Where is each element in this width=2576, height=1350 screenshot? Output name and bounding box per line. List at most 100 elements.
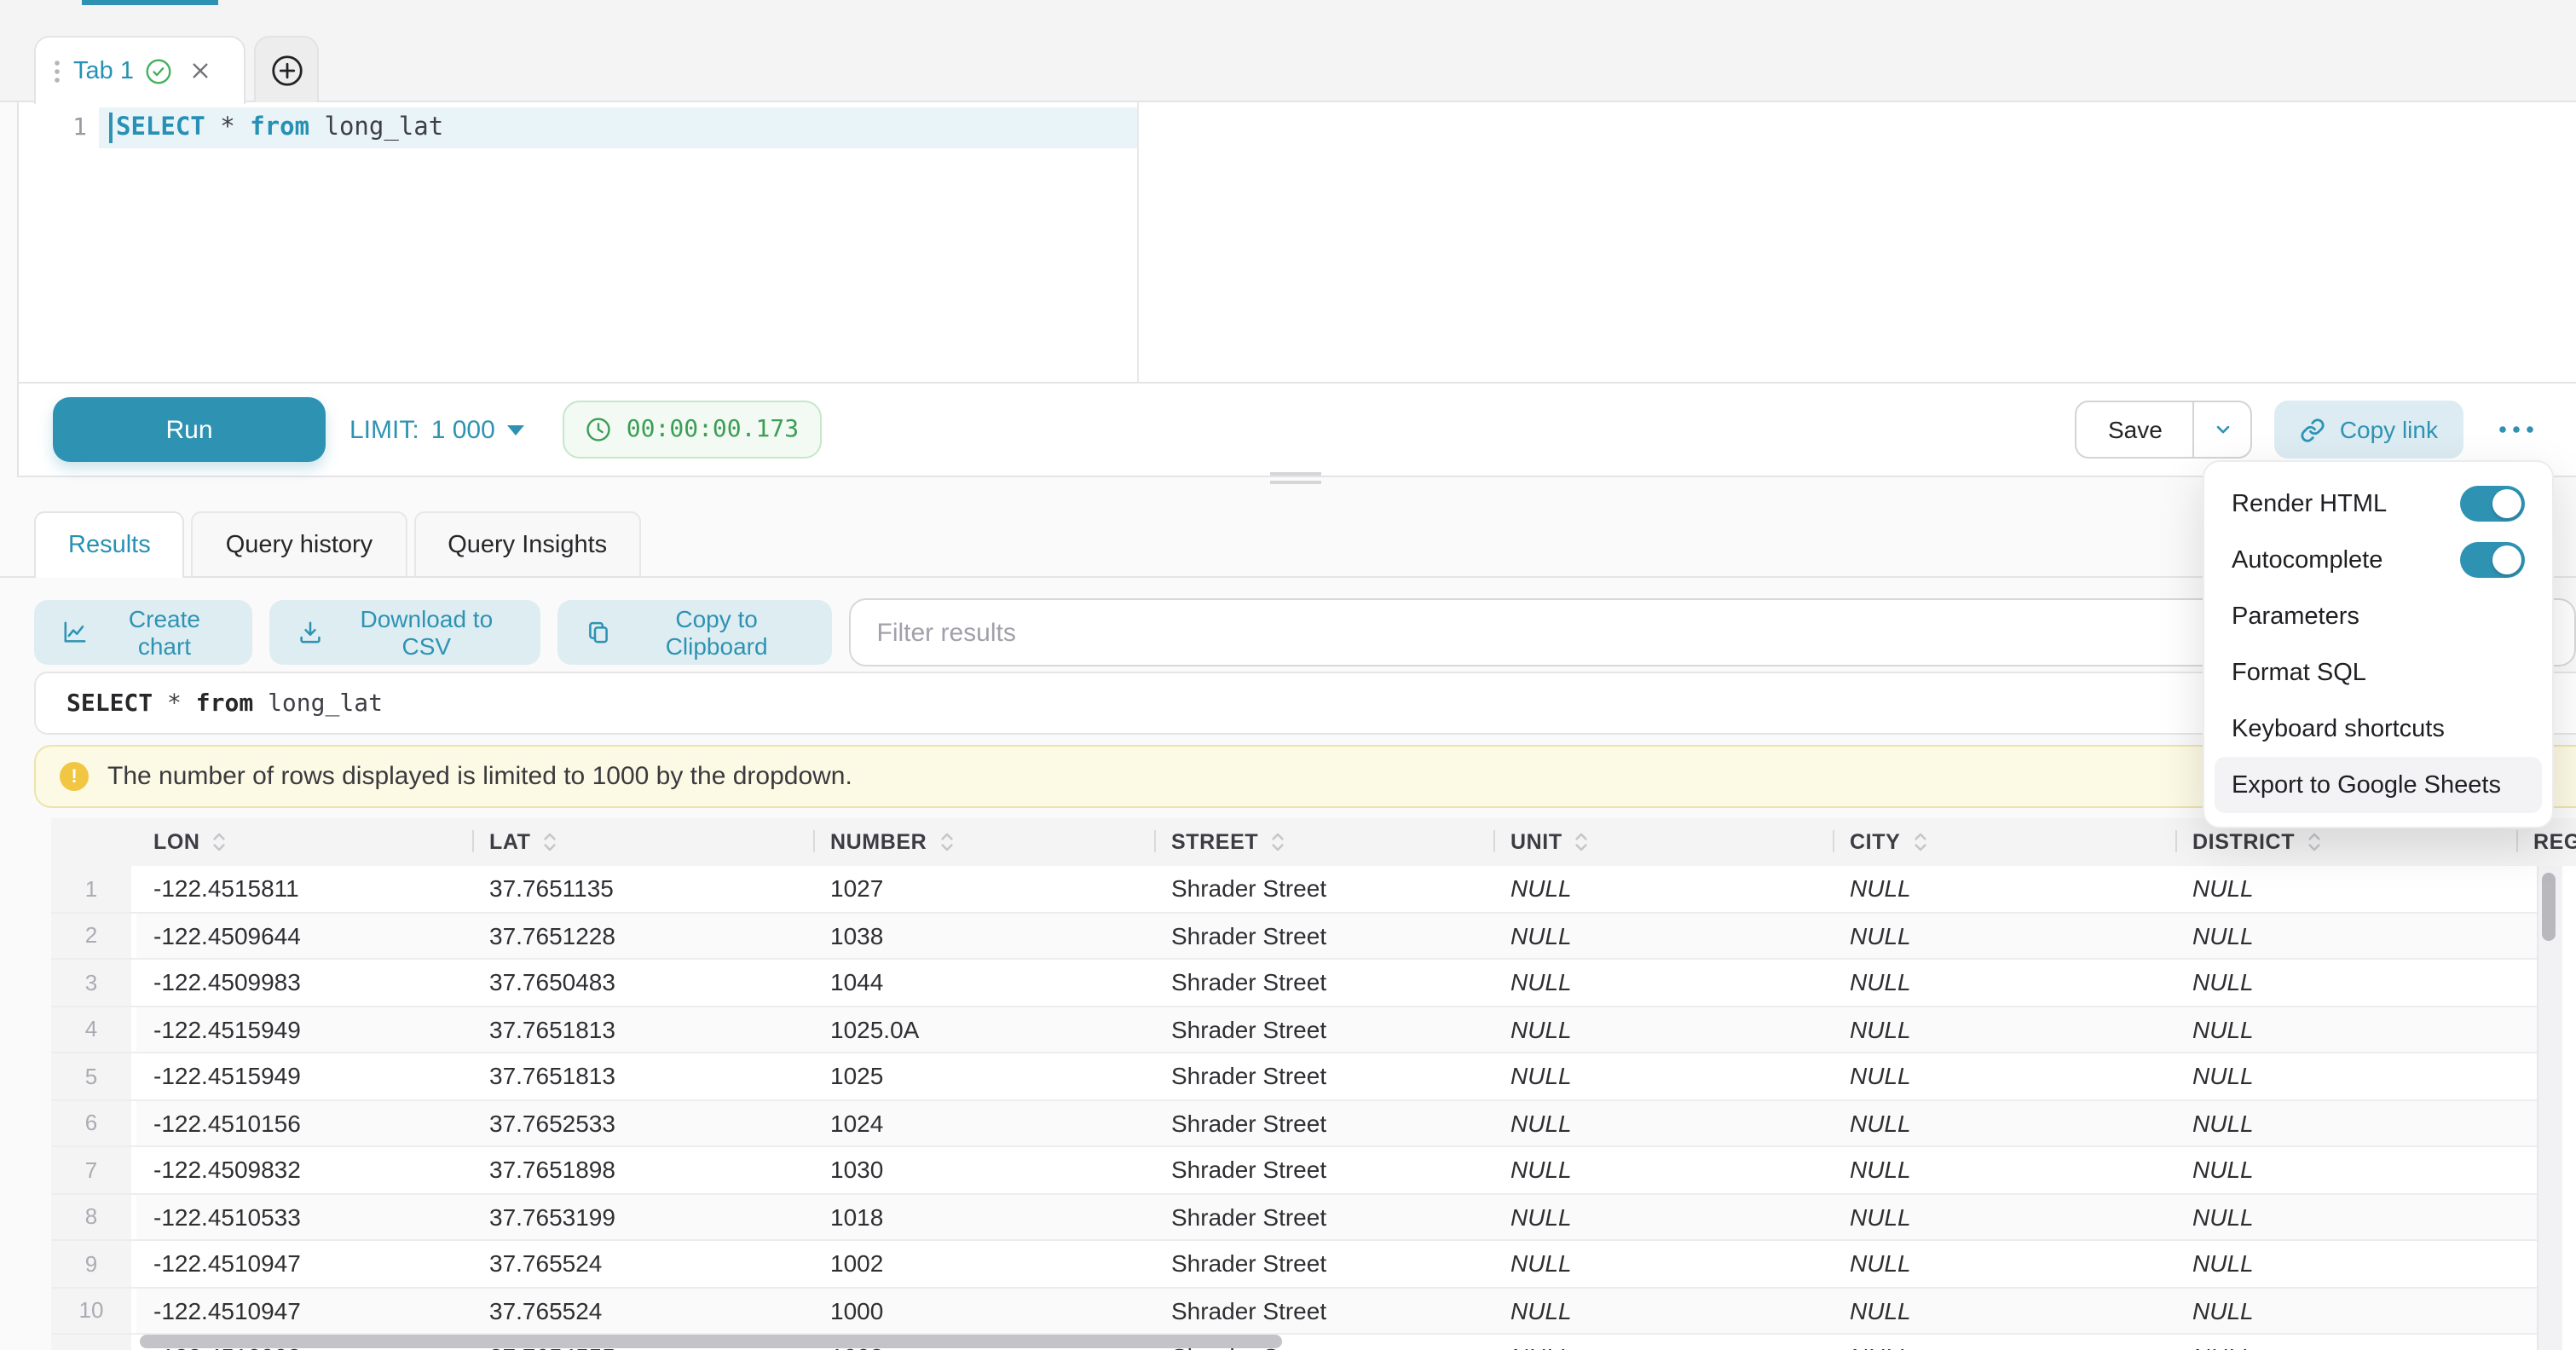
cell[interactable] — [2516, 1288, 2537, 1333]
table-row[interactable]: 9-122.451094737.7655241002Shrader Street… — [51, 1241, 2537, 1288]
cell[interactable]: 1025 — [813, 1053, 1154, 1099]
cell[interactable]: -122.4509832 — [136, 1147, 472, 1192]
sort-icon[interactable] — [543, 830, 558, 854]
cell[interactable]: NULL — [1493, 1241, 1833, 1286]
cell[interactable]: 1000 — [813, 1288, 1154, 1333]
cell[interactable]: 37.7652533 — [472, 1100, 813, 1145]
cell[interactable]: -122.4510533 — [136, 1194, 472, 1239]
cell[interactable]: NULL — [2175, 1007, 2516, 1052]
cell[interactable]: NULL — [1493, 1335, 1833, 1350]
column-header-number[interactable]: NUMBER — [813, 818, 1154, 866]
column-header-lat[interactable]: LAT — [472, 818, 813, 866]
menu-item-parameters[interactable]: Parameters — [2215, 588, 2542, 644]
cell[interactable]: 1025.0A — [813, 1007, 1154, 1052]
cell[interactable]: NULL — [1833, 1288, 2175, 1333]
menu-item-keyboard-shortcuts[interactable]: Keyboard shortcuts — [2215, 701, 2542, 757]
sort-icon[interactable] — [1912, 830, 1927, 854]
cell[interactable]: 37.7651135 — [472, 866, 813, 911]
cell[interactable]: 37.7650483 — [472, 960, 813, 1005]
cell[interactable]: NULL — [1493, 1147, 1833, 1192]
cell[interactable]: -122.4515811 — [136, 866, 472, 911]
more-options-button[interactable] — [2498, 424, 2535, 435]
autocomplete-toggle[interactable] — [2460, 542, 2525, 578]
cell[interactable]: -122.4509983 — [136, 960, 472, 1005]
cell[interactable] — [2516, 1335, 2537, 1350]
cell[interactable]: NULL — [1833, 1194, 2175, 1239]
cell[interactable] — [2516, 913, 2537, 958]
cell[interactable]: NULL — [2175, 1194, 2516, 1239]
cell[interactable] — [2516, 1007, 2537, 1052]
cell[interactable]: NULL — [2175, 1335, 2516, 1350]
menu-item-autocomplete[interactable]: Autocomplete — [2215, 532, 2542, 588]
cell[interactable]: 1044 — [813, 960, 1154, 1005]
cell[interactable]: 37.7653199 — [472, 1194, 813, 1239]
cell[interactable]: 37.7651813 — [472, 1053, 813, 1099]
cell[interactable]: -122.4510156 — [136, 1100, 472, 1145]
cell[interactable] — [2516, 1194, 2537, 1239]
cell[interactable]: NULL — [1493, 913, 1833, 958]
cell[interactable]: 37.7651813 — [472, 1007, 813, 1052]
cell[interactable] — [2516, 1147, 2537, 1192]
table-row[interactable]: 10-122.451094737.7655241000Shrader Stree… — [51, 1288, 2537, 1335]
cell[interactable]: NULL — [1493, 1007, 1833, 1052]
cell[interactable]: Shrader Street — [1154, 1241, 1493, 1286]
cell[interactable]: Shrader Street — [1154, 913, 1493, 958]
sort-icon[interactable] — [1270, 830, 1285, 854]
cell[interactable]: NULL — [1833, 1053, 2175, 1099]
cell[interactable]: NULL — [1833, 1007, 2175, 1052]
limit-dropdown[interactable]: LIMIT: 1 000 — [349, 415, 526, 444]
cell[interactable]: Shrader Street — [1154, 1007, 1493, 1052]
render-html-toggle[interactable] — [2460, 486, 2525, 522]
cell[interactable]: NULL — [1833, 866, 2175, 911]
cell[interactable]: Shrader Street — [1154, 866, 1493, 911]
cell[interactable] — [2516, 1100, 2537, 1145]
sort-icon[interactable] — [939, 830, 954, 854]
vertical-scrollbar-thumb[interactable] — [2542, 873, 2556, 941]
create-chart-button[interactable]: Create chart — [34, 600, 252, 665]
drag-dots-icon[interactable] — [53, 57, 61, 84]
add-tab-button[interactable] — [254, 36, 319, 102]
column-header-city[interactable]: CITY — [1833, 818, 2175, 866]
sql-code-editor[interactable]: 1 SELECT * from long_lat — [17, 102, 2576, 382]
cell[interactable]: NULL — [2175, 1288, 2516, 1333]
run-button[interactable]: Run — [53, 397, 326, 462]
cell[interactable]: NULL — [1493, 1053, 1833, 1099]
cell[interactable]: 1024 — [813, 1100, 1154, 1145]
cell[interactable]: NULL — [2175, 960, 2516, 1005]
cell[interactable]: 1038 — [813, 913, 1154, 958]
save-button[interactable]: Save — [2077, 402, 2193, 457]
sort-icon[interactable] — [1574, 830, 1590, 854]
cell[interactable]: NULL — [1833, 1241, 2175, 1286]
cell[interactable]: NULL — [2175, 1100, 2516, 1145]
cell[interactable]: -122.4515949 — [136, 1007, 472, 1052]
cell[interactable]: NULL — [1833, 1100, 2175, 1145]
cell[interactable]: Shrader Street — [1154, 1194, 1493, 1239]
cell[interactable]: NULL — [1493, 960, 1833, 1005]
cell[interactable]: Shrader Street — [1154, 1147, 1493, 1192]
cell[interactable]: -122.4510947 — [136, 1288, 472, 1333]
cell[interactable]: 37.7651228 — [472, 913, 813, 958]
cell[interactable]: 1002 — [813, 1241, 1154, 1286]
cell[interactable]: -122.4509644 — [136, 913, 472, 958]
column-header-unit[interactable]: UNIT — [1493, 818, 1833, 866]
cell[interactable]: 37.765524 — [472, 1288, 813, 1333]
menu-item-export-to-google-sheets[interactable]: Export to Google Sheets — [2215, 757, 2542, 813]
table-row[interactable]: 6-122.451015637.76525331024Shrader Stree… — [51, 1100, 2537, 1147]
cell[interactable]: Shrader Street — [1154, 960, 1493, 1005]
cell[interactable]: NULL — [2175, 913, 2516, 958]
table-row[interactable]: 3-122.450998337.76504831044Shrader Stree… — [51, 960, 2537, 1007]
menu-item-format-sql[interactable]: Format SQL — [2215, 644, 2542, 701]
copy-link-button[interactable]: Copy link — [2275, 401, 2463, 459]
cell[interactable]: NULL — [2175, 1053, 2516, 1099]
close-tab-icon[interactable] — [190, 60, 212, 82]
cell[interactable]: NULL — [1493, 866, 1833, 911]
tab-query-history[interactable]: Query history — [192, 511, 407, 576]
cell[interactable] — [2516, 1053, 2537, 1099]
cell[interactable]: NULL — [1833, 1147, 2175, 1192]
table-row[interactable]: 1-122.451581137.76511351027Shrader Stree… — [51, 866, 2537, 913]
cell[interactable]: NULL — [1493, 1100, 1833, 1145]
cell[interactable] — [2516, 1241, 2537, 1286]
cell[interactable] — [2516, 866, 2537, 911]
cell[interactable]: NULL — [1833, 1335, 2175, 1350]
table-row[interactable]: 7-122.450983237.76518981030Shrader Stree… — [51, 1147, 2537, 1194]
